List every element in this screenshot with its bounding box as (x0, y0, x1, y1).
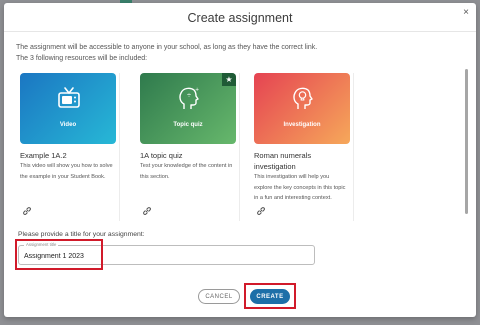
card-description: Test your knowledge of the content in th… (140, 163, 233, 180)
svg-text:÷: ÷ (186, 92, 191, 99)
head-math-icon: ÷ + (179, 87, 199, 109)
link-icon[interactable] (22, 206, 32, 216)
link-icon[interactable] (142, 206, 152, 216)
card-thumbnail[interactable]: Investigation (254, 73, 350, 144)
close-icon[interactable]: × (461, 8, 471, 18)
card-thumbnail[interactable]: ÷ + Topic quiz ★ (140, 73, 236, 144)
intro-text: The assignment will be accessible to any… (16, 42, 317, 64)
resource-card-investigation[interactable]: Investigation Roman numerals investigati… (250, 73, 354, 221)
highlight-title-field (15, 239, 103, 270)
link-icon[interactable] (256, 206, 266, 216)
tv-icon (58, 87, 80, 108)
intro-line-access: The assignment will be accessible to any… (16, 44, 318, 51)
dialog-title: Create assignment (187, 11, 293, 25)
scrollbar-thumb[interactable] (465, 69, 468, 214)
card-title: 1A topic quiz (140, 151, 183, 160)
svg-text:+: + (195, 87, 199, 93)
card-type-label: Topic quiz (173, 122, 203, 128)
star-icon[interactable]: ★ (222, 73, 236, 86)
head-bulb-icon (293, 87, 313, 109)
card-type-label: Investigation (283, 122, 321, 128)
resource-cards: Video Example 1A.2 This video will show … (16, 73, 456, 221)
create-assignment-dialog: Create assignment × The assignment will … (4, 3, 476, 317)
resource-card-topic-quiz[interactable]: ÷ + Topic quiz ★ 1A topic quiz Test your… (136, 73, 240, 221)
card-thumbnail[interactable]: Video (20, 73, 116, 144)
card-description: This investigation will help you explore… (254, 174, 346, 201)
card-type-label: Video (59, 122, 77, 128)
card-title: Roman numerals investigation (254, 151, 312, 171)
resource-card-video[interactable]: Video Example 1A.2 This video will show … (16, 73, 120, 221)
card-title: Example 1A.2 (20, 151, 67, 160)
title-prompt: Please provide a title for your assignme… (18, 231, 145, 238)
cancel-button[interactable]: CANCEL (198, 289, 240, 304)
highlight-create-button (244, 283, 296, 309)
card-description: This video will show you how to solve th… (20, 163, 113, 180)
cards-scrollbar[interactable] (465, 69, 468, 214)
intro-line-resources: The 3 following resources will be includ… (16, 55, 148, 62)
title-divider (4, 31, 476, 32)
